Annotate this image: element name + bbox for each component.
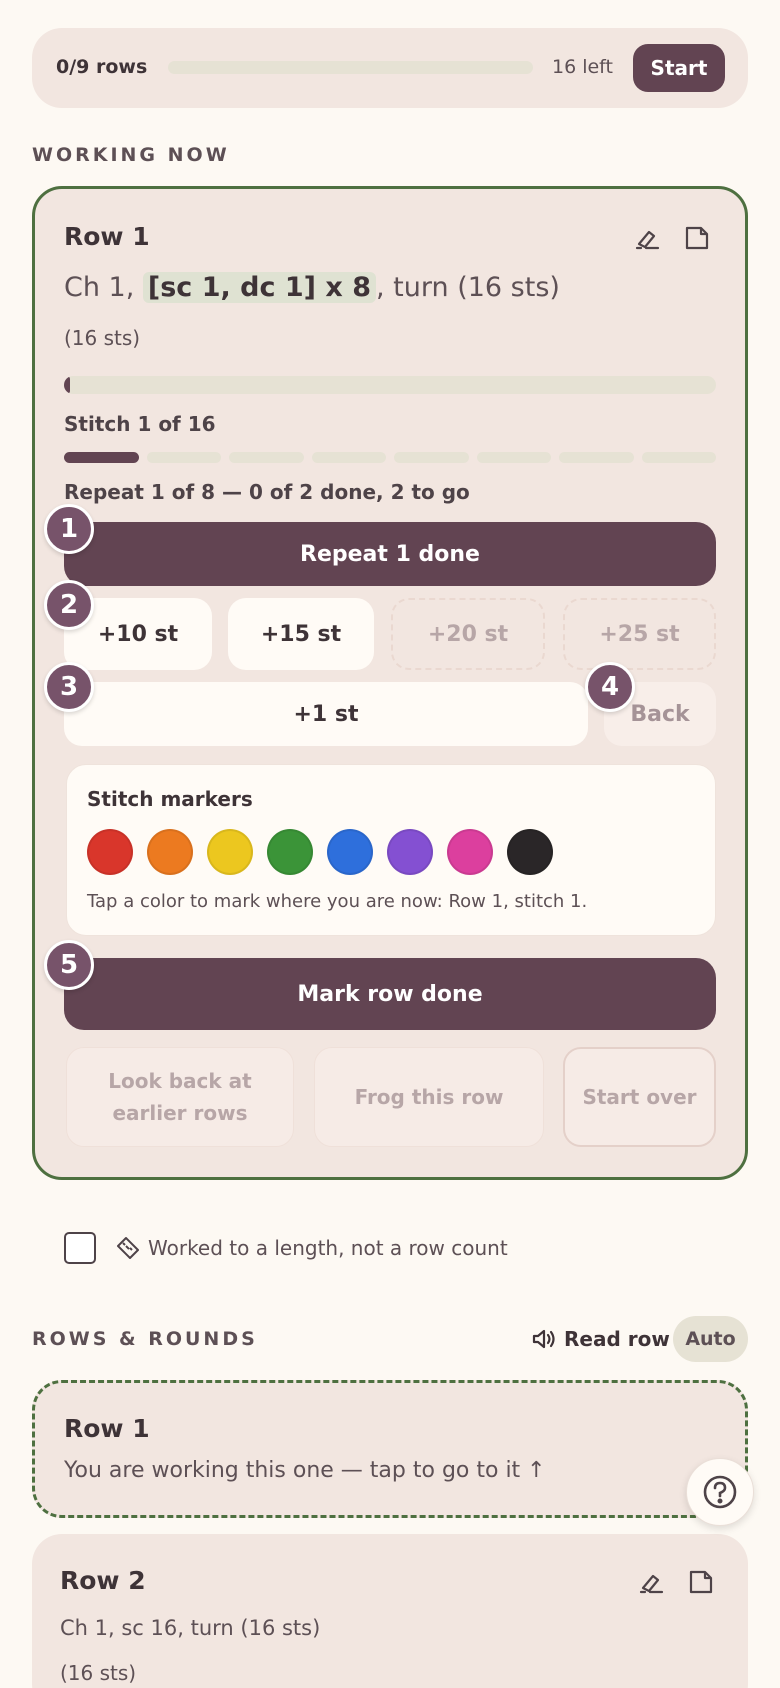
repeat-segment — [476, 452, 551, 463]
step-badge-5: 5 — [44, 940, 94, 990]
marker-color-swatch[interactable] — [507, 829, 553, 875]
row-2-card[interactable] — [32, 1534, 748, 1688]
marker-color-swatch[interactable] — [147, 829, 193, 875]
stitch-markers-hint: Tap a color to mark where you are now: R… — [87, 891, 588, 912]
repeat-segment — [64, 452, 139, 463]
stitches-left: 16 left — [552, 56, 613, 78]
mark-row-done-button[interactable]: Mark row done — [64, 958, 716, 1030]
current-row-stitch-total: (16 sts) — [64, 326, 141, 350]
auto-toggle[interactable]: Auto — [673, 1316, 748, 1362]
length-mode-label: Worked to a length, not a row count — [148, 1236, 508, 1260]
highlighter-icon[interactable] — [630, 221, 664, 255]
repeat-segment — [311, 452, 386, 463]
speaker-icon[interactable] — [530, 1325, 558, 1353]
stitch-progress-bar — [64, 376, 716, 394]
working-now-heading: WORKING NOW — [32, 144, 230, 166]
step-badge-3: 3 — [44, 662, 94, 712]
add-20-stitches-button[interactable]: +20 st — [391, 598, 545, 670]
marker-color-swatch[interactable] — [327, 829, 373, 875]
row-2-title: Row 2 — [60, 1566, 146, 1595]
repeat-segment — [641, 452, 716, 463]
marker-color-swatch[interactable] — [207, 829, 253, 875]
instruction-prefix: Ch 1, — [64, 272, 143, 303]
start-over-button[interactable]: Start over — [563, 1047, 716, 1147]
help-icon — [703, 1475, 737, 1509]
rows-count: 0/9 rows — [56, 56, 148, 78]
current-row-title: Row 1 — [64, 222, 150, 251]
note-icon[interactable] — [680, 221, 714, 255]
rows-rounds-heading: ROWS & ROUNDS — [32, 1328, 258, 1350]
row-1-current-card[interactable] — [32, 1380, 748, 1518]
add-15-stitches-button[interactable]: +15 st — [228, 598, 374, 670]
help-button[interactable] — [686, 1458, 754, 1526]
repeat-segment — [559, 452, 634, 463]
instruction-repeat-highlight: [sc 1, dc 1] x 8 — [142, 272, 377, 303]
repeat-segment — [394, 452, 469, 463]
row-1-title: Row 1 — [64, 1414, 150, 1443]
row-progress-bar: 0/9 rows 16 left Start — [32, 28, 748, 108]
start-button[interactable]: Start — [633, 44, 725, 92]
marker-color-swatch[interactable] — [87, 829, 133, 875]
row-2-stitch-total: (16 sts) — [60, 1661, 137, 1685]
step-badge-1: 1 — [44, 504, 94, 554]
row-1-note: You are working this one — tap to go to … — [64, 1458, 546, 1483]
step-badge-4: 4 — [585, 662, 635, 712]
rows-progress-track — [168, 61, 533, 74]
length-mode-checkbox[interactable] — [64, 1232, 96, 1264]
add-25-stitches-button[interactable]: +25 st — [563, 598, 716, 670]
repeat-segment — [229, 452, 304, 463]
marker-color-swatch[interactable] — [447, 829, 493, 875]
instruction-suffix: , turn (16 sts) — [376, 272, 560, 303]
ruler-icon — [114, 1234, 142, 1262]
current-row-instruction: Ch 1, [sc 1, dc 1] x 8, turn (16 sts) — [64, 272, 560, 303]
repeat-done-button[interactable]: Repeat 1 done — [64, 522, 716, 586]
row-2-note-icon[interactable] — [684, 1565, 718, 1599]
row-2-highlighter-icon[interactable] — [634, 1565, 668, 1599]
stitch-counter-label: Stitch 1 of 16 — [64, 412, 216, 436]
frog-row-button[interactable]: Frog this row — [314, 1047, 544, 1147]
repeat-segment — [146, 452, 221, 463]
marker-color-swatch[interactable] — [267, 829, 313, 875]
step-badge-2: 2 — [44, 580, 94, 630]
add-1-stitch-button[interactable]: +1 st — [64, 682, 588, 746]
repeat-counter-label: Repeat 1 of 8 — 0 of 2 done, 2 to go — [64, 480, 470, 504]
row-2-instruction: Ch 1, sc 16, turn (16 sts) — [60, 1616, 321, 1640]
stitch-markers-panel: Stitch markers Tap a color to mark where… — [66, 764, 716, 936]
look-back-button[interactable]: Look back at earlier rows — [66, 1047, 294, 1147]
read-row-button[interactable]: Read row — [564, 1327, 670, 1351]
marker-color-swatch[interactable] — [387, 829, 433, 875]
stitch-markers-title: Stitch markers — [87, 787, 253, 811]
